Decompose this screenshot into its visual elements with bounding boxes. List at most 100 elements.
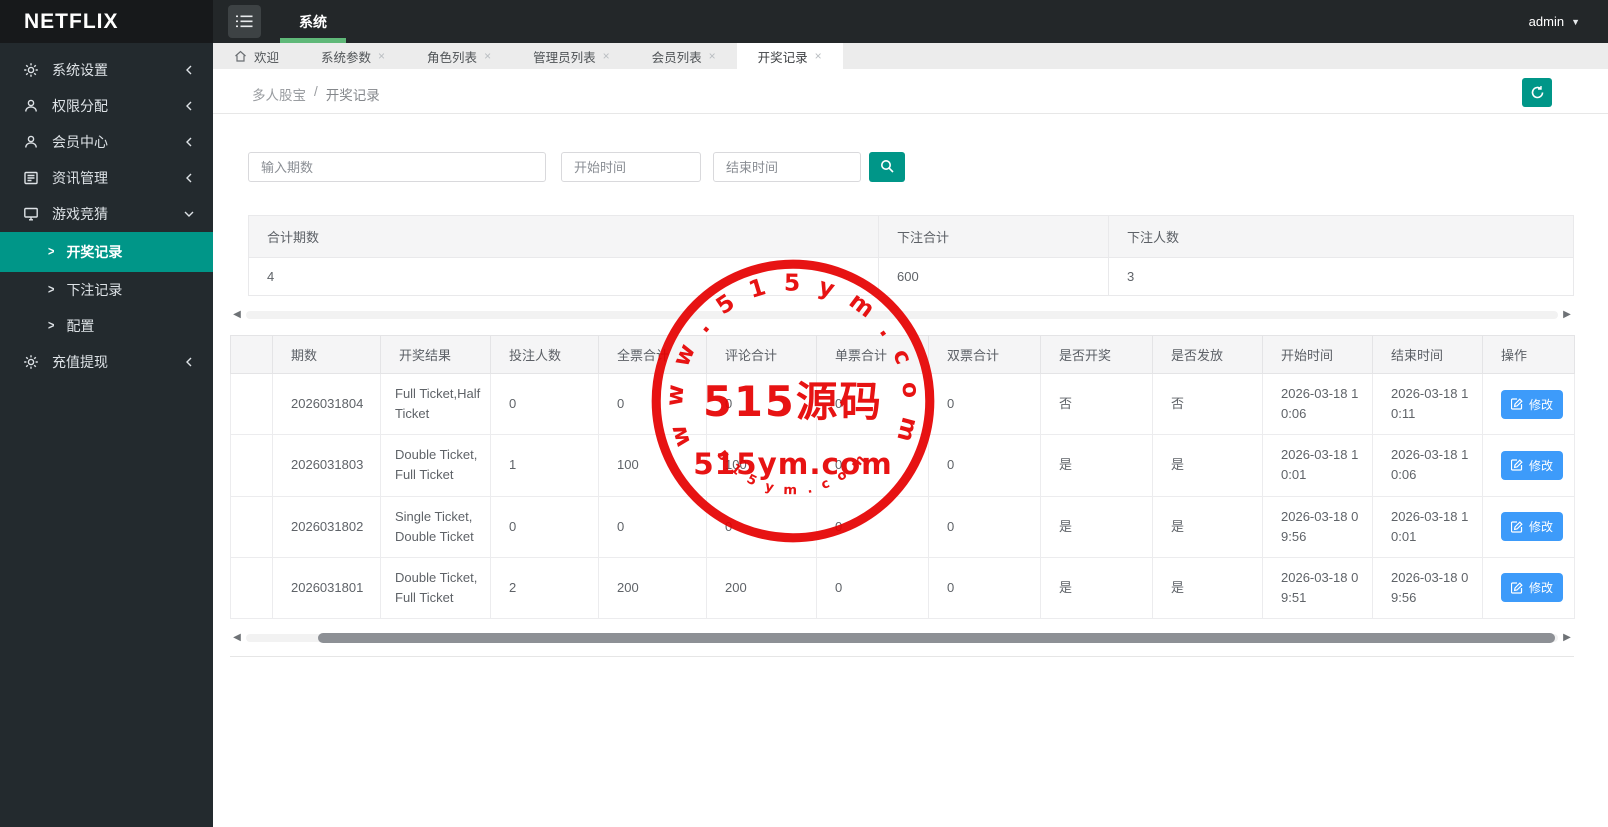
header-drawn: 是否开奖 bbox=[1040, 335, 1153, 374]
cell-select bbox=[230, 372, 273, 436]
cell-actions: 修改 bbox=[1482, 495, 1575, 558]
main-area: 系统 admin ▼ 欢迎 系统参数 × 角色列表 × 管理员列表 × 会员列表 bbox=[213, 0, 1608, 827]
caret-down-icon: ▼ bbox=[1571, 16, 1580, 27]
header-end-time: 结束时间 bbox=[1372, 335, 1483, 374]
summary-table: 合计期数 下注合计 下注人数 4 600 3 bbox=[248, 215, 1574, 296]
cell-single-total: 0 bbox=[816, 372, 929, 436]
breadcrumb: 多人股宝 / 开奖记录 bbox=[252, 84, 380, 104]
logo-area: NETFLIX bbox=[0, 0, 213, 43]
tab-system-params[interactable]: 系统参数 × bbox=[300, 43, 406, 69]
gear-icon bbox=[22, 354, 39, 371]
scroll-right-icon[interactable]: ▶ bbox=[1560, 633, 1574, 643]
header-period: 期数 bbox=[272, 335, 381, 374]
cell-drawn: 是 bbox=[1040, 495, 1153, 558]
scroll-left-icon[interactable]: ◀ bbox=[230, 633, 244, 643]
tab-label: 系统参数 bbox=[321, 50, 372, 65]
header-result: 开奖结果 bbox=[380, 335, 491, 374]
edit-button[interactable]: 修改 bbox=[1501, 573, 1564, 603]
cell-drawn: 是 bbox=[1040, 434, 1153, 497]
tab-role-list[interactable]: 角色列表 × bbox=[406, 43, 512, 69]
header-issued: 是否发放 bbox=[1152, 335, 1263, 374]
sidebar-subitem-config[interactable]: > 配置 bbox=[0, 308, 213, 344]
cell-single-total: 0 bbox=[816, 434, 929, 497]
sidebar-subitem-draw-records[interactable]: > 开奖记录 bbox=[0, 232, 213, 272]
close-icon[interactable]: × bbox=[603, 49, 610, 63]
sidebar-item-game-betting[interactable]: 游戏竞猜 bbox=[0, 196, 213, 232]
breadcrumb-separator: / bbox=[314, 84, 318, 99]
period-input[interactable] bbox=[248, 152, 546, 182]
start-time-input[interactable] bbox=[561, 152, 701, 182]
header-full-total: 全票合计 bbox=[598, 335, 707, 374]
cell-select bbox=[230, 495, 273, 558]
header-bettors: 投注人数 bbox=[490, 335, 599, 374]
table-scrollbar-top: ◀ ▶ bbox=[230, 310, 1574, 320]
tab-label: 管理员列表 bbox=[533, 50, 596, 65]
cell-double-total: 0 bbox=[928, 372, 1041, 436]
cell-end-time: 2026-03-18 10:11 bbox=[1372, 372, 1483, 436]
cell-end-time: 2026-03-18 10:01 bbox=[1372, 495, 1483, 558]
tab-member-list[interactable]: 会员列表 × bbox=[631, 43, 737, 69]
breadcrumb-parent[interactable]: 多人股宝 bbox=[252, 84, 306, 104]
table-row: 2026031801 Double Ticket, Full Ticket 2 … bbox=[230, 556, 1575, 620]
scroll-right-icon[interactable]: ▶ bbox=[1560, 310, 1574, 320]
hamburger-menu-button[interactable] bbox=[228, 5, 261, 38]
sidebar-item-system-settings[interactable]: 系统设置 bbox=[0, 52, 213, 88]
cell-select bbox=[230, 434, 273, 497]
content-divider bbox=[230, 656, 1574, 658]
tab-welcome[interactable]: 欢迎 bbox=[213, 43, 300, 69]
tab-admin-list[interactable]: 管理员列表 × bbox=[512, 43, 631, 69]
username: admin bbox=[1528, 14, 1565, 29]
submenu-caret-icon: > bbox=[48, 283, 55, 297]
cell-drawn: 否 bbox=[1040, 372, 1153, 436]
cell-full-total: 0 bbox=[598, 372, 707, 436]
sidebar-nav: 系统设置 权限分配 会员中心 资讯管理 游戏竞猜 > 开奖记录 > 下注记录 >… bbox=[0, 43, 213, 380]
sidebar-submenu: > 开奖记录 > 下注记录 > 配置 bbox=[0, 232, 213, 344]
summary-value-bet-total: 600 bbox=[878, 257, 1109, 296]
edit-button[interactable]: 修改 bbox=[1501, 389, 1564, 419]
search-button[interactable] bbox=[869, 152, 905, 182]
close-icon[interactable]: × bbox=[709, 49, 716, 63]
sidebar-item-recharge-withdraw[interactable]: 充值提现 bbox=[0, 344, 213, 380]
cell-end-time: 2026-03-18 09:56 bbox=[1372, 556, 1483, 620]
tab-draw-records[interactable]: 开奖记录 × bbox=[736, 43, 843, 69]
summary-value-bettors: 3 bbox=[1108, 257, 1574, 296]
edit-button[interactable]: 修改 bbox=[1501, 450, 1564, 480]
scroll-left-icon[interactable]: ◀ bbox=[230, 310, 244, 320]
sidebar-subitem-bet-records[interactable]: > 下注记录 bbox=[0, 272, 213, 308]
cell-full-total: 200 bbox=[598, 556, 707, 620]
tab-label: 会员列表 bbox=[651, 50, 702, 65]
cell-select bbox=[230, 556, 273, 620]
edit-button[interactable]: 修改 bbox=[1501, 512, 1564, 542]
submenu-caret-icon: > bbox=[48, 245, 55, 259]
cell-double-total: 0 bbox=[928, 495, 1041, 558]
edit-button-label: 修改 bbox=[1529, 458, 1554, 473]
header-comment-total: 评论合计 bbox=[706, 335, 817, 374]
close-icon[interactable]: × bbox=[815, 49, 822, 63]
header-double-total: 双票合计 bbox=[928, 335, 1041, 374]
submenu-label: 下注记录 bbox=[66, 282, 123, 298]
scrollbar-track[interactable] bbox=[246, 311, 1558, 319]
sidebar-item-label: 权限分配 bbox=[52, 98, 108, 114]
close-icon[interactable]: × bbox=[378, 49, 385, 63]
table-header-row: 期数 开奖结果 投注人数 全票合计 评论合计 单票合计 双票合计 是否开奖 是否… bbox=[230, 335, 1575, 374]
sidebar-item-label: 游戏竞猜 bbox=[52, 206, 108, 222]
close-icon[interactable]: × bbox=[484, 49, 491, 63]
sidebar-item-members[interactable]: 会员中心 bbox=[0, 124, 213, 160]
table-row: 2026031802 Single Ticket, Double Ticket … bbox=[230, 495, 1575, 558]
sidebar-item-news[interactable]: 资讯管理 bbox=[0, 160, 213, 196]
summary-header-periods: 合计期数 bbox=[248, 215, 879, 258]
topnav-system[interactable]: 系统 bbox=[280, 0, 346, 43]
cell-issued: 是 bbox=[1152, 434, 1263, 497]
cell-start-time: 2026-03-18 09:56 bbox=[1262, 495, 1373, 558]
end-time-input[interactable] bbox=[713, 152, 861, 182]
scrollbar-track[interactable] bbox=[246, 633, 1558, 644]
sidebar-item-permissions[interactable]: 权限分配 bbox=[0, 88, 213, 124]
cell-bettors: 1 bbox=[490, 434, 599, 497]
cell-single-total: 0 bbox=[816, 495, 929, 558]
refresh-button[interactable] bbox=[1522, 78, 1552, 107]
edit-button-label: 修改 bbox=[1529, 581, 1554, 596]
summary-header-bet-total: 下注合计 bbox=[878, 215, 1109, 258]
cell-issued: 是 bbox=[1152, 556, 1263, 620]
user-menu[interactable]: admin ▼ bbox=[1529, 0, 1580, 43]
scrollbar-thumb[interactable] bbox=[318, 633, 1555, 644]
